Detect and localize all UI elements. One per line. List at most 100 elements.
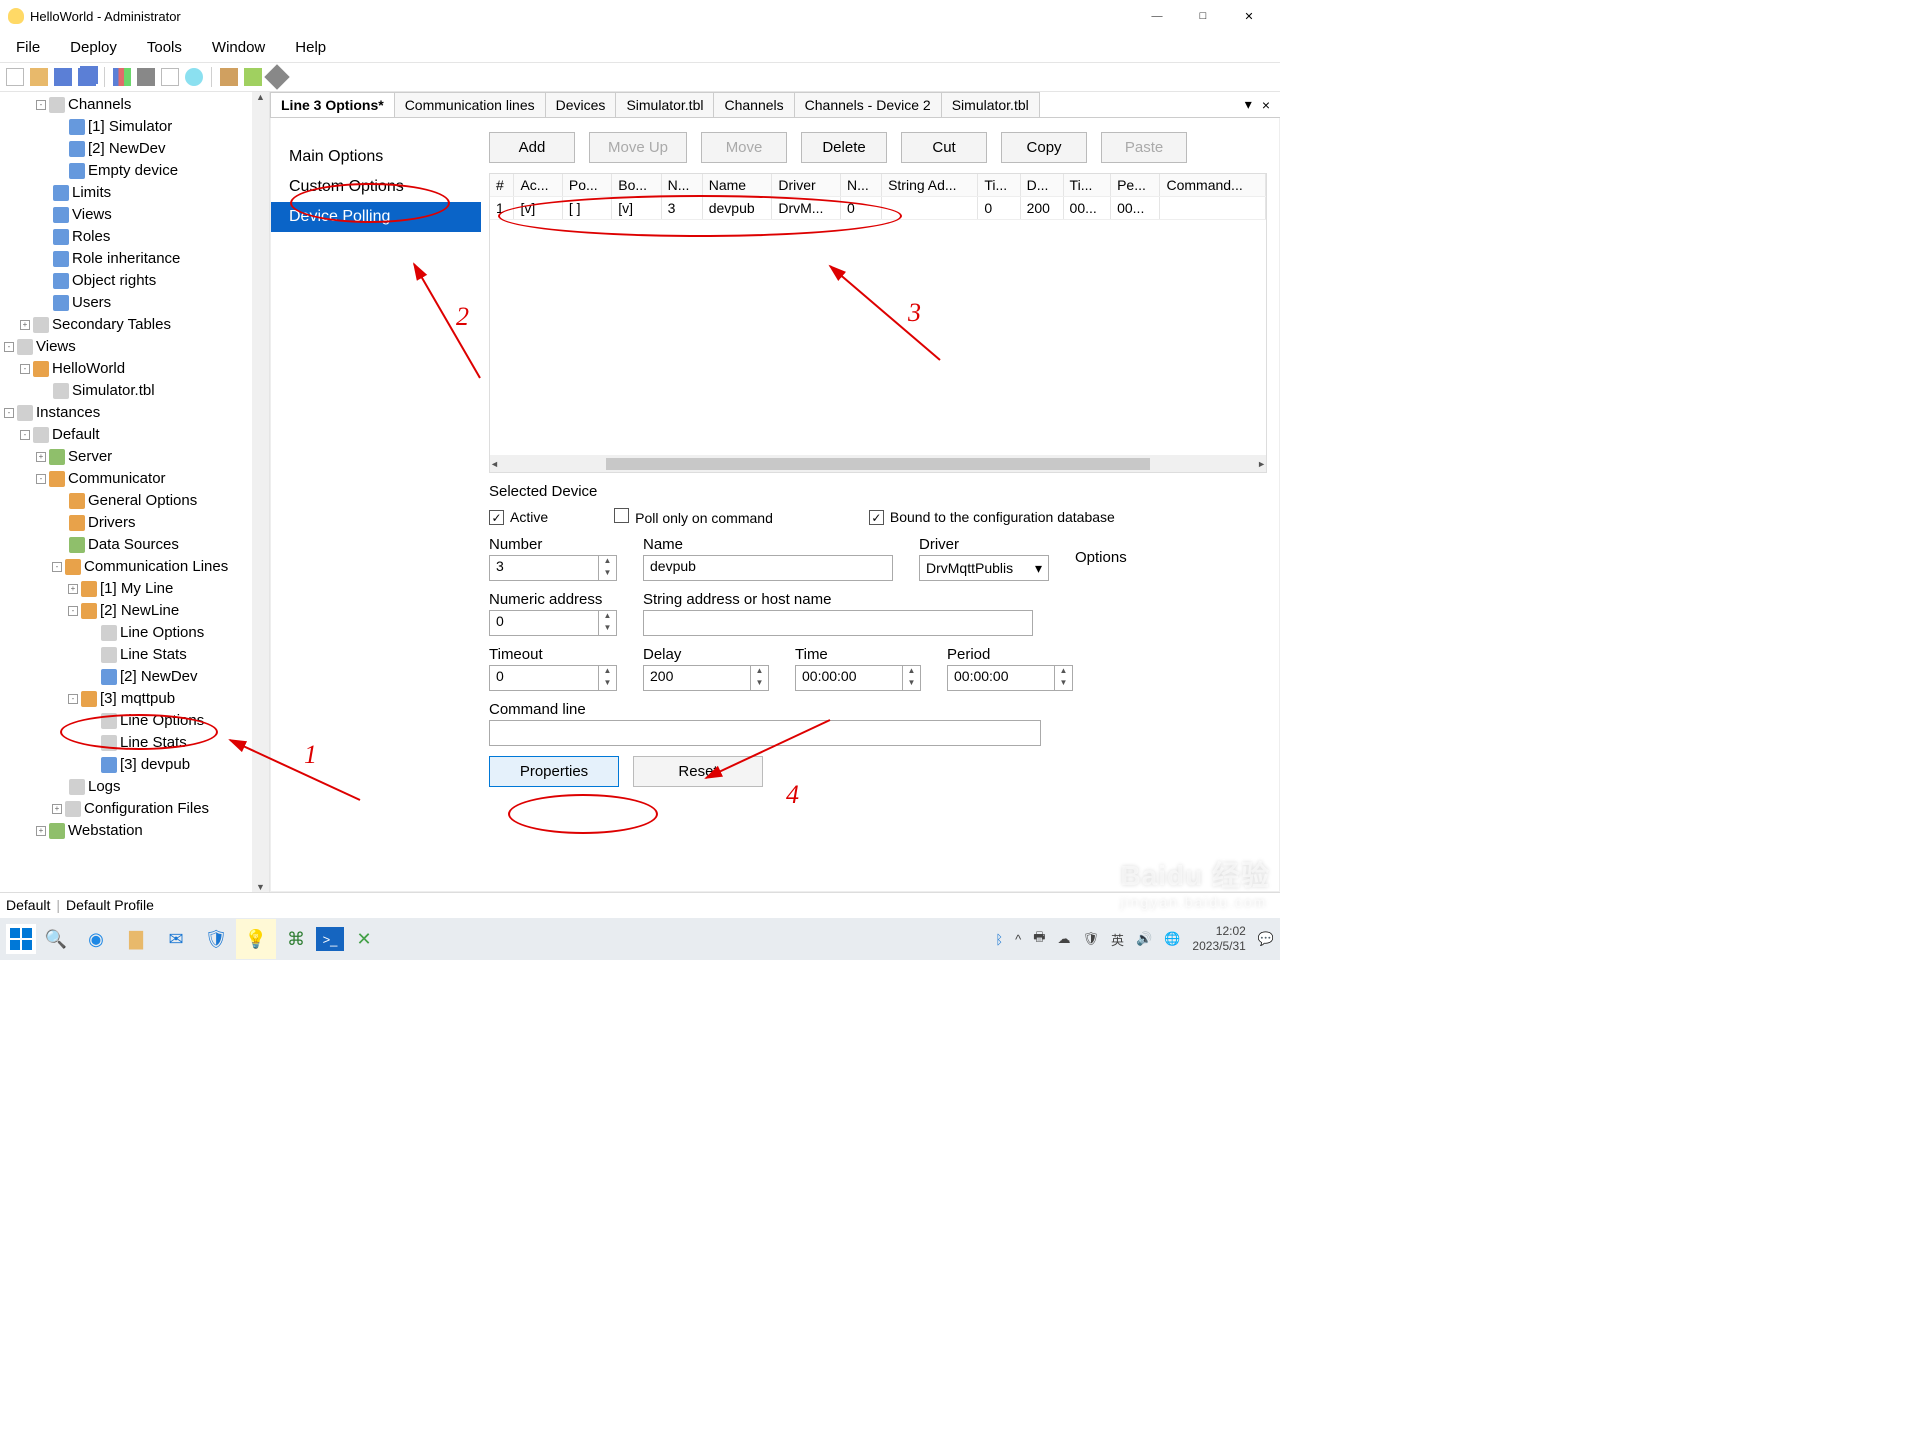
- tray-up-icon[interactable]: ^: [1015, 932, 1021, 947]
- cmdline-input[interactable]: [489, 720, 1041, 746]
- task-edge-icon[interactable]: ◉: [76, 919, 116, 959]
- active-checkbox[interactable]: ✓Active: [489, 509, 548, 526]
- task-search-icon[interactable]: 🔍: [36, 919, 76, 959]
- task-explorer-icon[interactable]: ▇: [116, 919, 156, 959]
- add-button[interactable]: Add: [489, 132, 575, 163]
- numaddr-input[interactable]: 0: [489, 610, 599, 636]
- tray-ime[interactable]: 英: [1111, 930, 1124, 949]
- tab[interactable]: Communication lines: [394, 92, 546, 117]
- tree-item[interactable]: Drivers: [4, 512, 265, 534]
- maximize-button[interactable]: □: [1180, 0, 1226, 32]
- minimize-button[interactable]: —: [1134, 0, 1180, 32]
- tab[interactable]: Simulator.tbl: [941, 92, 1040, 117]
- delete-button[interactable]: Delete: [801, 132, 887, 163]
- menu-tools[interactable]: Tools: [145, 37, 184, 58]
- tray-volume-icon[interactable]: 🔊: [1136, 931, 1152, 947]
- close-button[interactable]: ✕: [1226, 0, 1272, 32]
- save-all-icon[interactable]: [78, 68, 96, 86]
- menu-window[interactable]: Window: [210, 37, 267, 58]
- copy-button[interactable]: Copy: [1001, 132, 1087, 163]
- tree-item[interactable]: -Communication Lines: [4, 556, 265, 578]
- straddr-input[interactable]: [643, 610, 1033, 636]
- tree-item[interactable]: +Server: [4, 446, 265, 468]
- tree-item[interactable]: -Default: [4, 424, 265, 446]
- tab[interactable]: Simulator.tbl: [615, 92, 714, 117]
- task-shield-icon[interactable]: 🛡: [196, 919, 236, 959]
- tree-item[interactable]: Line Stats: [4, 732, 265, 754]
- help-icon[interactable]: [185, 68, 203, 86]
- tree-item[interactable]: Empty device: [4, 160, 265, 182]
- properties-button[interactable]: Properties: [489, 756, 619, 787]
- tree-item[interactable]: Simulator.tbl: [4, 380, 265, 402]
- menu-file[interactable]: File: [14, 37, 42, 58]
- tree-item[interactable]: -HelloWorld: [4, 358, 265, 380]
- tree-item[interactable]: +Secondary Tables: [4, 314, 265, 336]
- tree-item[interactable]: [2] NewDev: [4, 138, 265, 160]
- tab-overflow-button[interactable]: ▾: [1245, 96, 1252, 113]
- task-ps-icon[interactable]: >_: [316, 927, 344, 951]
- tree-item[interactable]: [2] NewDev: [4, 666, 265, 688]
- device-grid[interactable]: #Ac...Po...Bo...N...NameDriverN...String…: [489, 173, 1267, 473]
- start-button[interactable]: [6, 924, 36, 954]
- tree-item[interactable]: -[3] mqttpub: [4, 688, 265, 710]
- tree-item[interactable]: Line Stats: [4, 644, 265, 666]
- cut-button[interactable]: Cut: [901, 132, 987, 163]
- sidelist-custom-options[interactable]: Custom Options: [271, 172, 481, 202]
- tab[interactable]: Channels - Device 2: [794, 92, 942, 117]
- tray-onedrive-icon[interactable]: ☁: [1058, 931, 1071, 947]
- tray-notifications-icon[interactable]: 💬: [1258, 931, 1274, 947]
- tree-item[interactable]: -Instances: [4, 402, 265, 424]
- driver-select[interactable]: DrvMqttPublis▾: [919, 555, 1049, 581]
- tree-item[interactable]: -Channels: [4, 94, 265, 116]
- task-net-icon[interactable]: ⌘: [276, 919, 316, 959]
- tray-printer-icon[interactable]: 🖶: [1033, 928, 1045, 950]
- clipboard-icon[interactable]: [137, 68, 155, 86]
- tree-item[interactable]: Users: [4, 292, 265, 314]
- tree-item[interactable]: Views: [4, 204, 265, 226]
- chart-icon[interactable]: [113, 68, 131, 86]
- tree-item[interactable]: -Views: [4, 336, 265, 358]
- tree-item[interactable]: +[1] My Line: [4, 578, 265, 600]
- search-icon[interactable]: [264, 64, 289, 89]
- tray-net-icon[interactable]: 🌐: [1164, 931, 1180, 947]
- new-icon[interactable]: [6, 68, 24, 86]
- tree-item[interactable]: -Communicator: [4, 468, 265, 490]
- open-icon[interactable]: [30, 68, 48, 86]
- bound-checkbox[interactable]: ✓Bound to the configuration database: [869, 509, 1115, 526]
- timeout-input[interactable]: 0: [489, 665, 599, 691]
- tree-item[interactable]: Role inheritance: [4, 248, 265, 270]
- tree-item[interactable]: [1] Simulator: [4, 116, 265, 138]
- sidelist-device-polling[interactable]: Device Polling: [271, 202, 481, 232]
- tree-item[interactable]: Data Sources: [4, 534, 265, 556]
- period-input[interactable]: 00:00:00: [947, 665, 1055, 691]
- delay-input[interactable]: 200: [643, 665, 751, 691]
- tray-bluetooth-icon[interactable]: ᛒ: [995, 932, 1003, 947]
- tree-item[interactable]: Logs: [4, 776, 265, 798]
- tree-item[interactable]: General Options: [4, 490, 265, 512]
- tree-item[interactable]: Object rights: [4, 270, 265, 292]
- menu-help[interactable]: Help: [293, 37, 328, 58]
- tree-item[interactable]: +Configuration Files: [4, 798, 265, 820]
- time-input[interactable]: 00:00:00: [795, 665, 903, 691]
- task-green-icon[interactable]: ✕: [344, 919, 384, 959]
- tab-close-button[interactable]: ×: [1262, 97, 1270, 113]
- poll-checkbox[interactable]: Poll only on command: [614, 508, 773, 526]
- sidelist-main-options[interactable]: Main Options: [271, 142, 481, 172]
- name-input[interactable]: devpub: [643, 555, 893, 581]
- tray-shield-icon[interactable]: 🛡: [1083, 931, 1100, 947]
- tree-item[interactable]: Limits: [4, 182, 265, 204]
- page-icon[interactable]: [161, 68, 179, 86]
- reset-button[interactable]: Reset: [633, 756, 763, 787]
- tab[interactable]: Devices: [545, 92, 617, 117]
- tab[interactable]: Channels: [713, 92, 794, 117]
- tray-clock[interactable]: 12:022023/5/31: [1192, 924, 1245, 954]
- number-input[interactable]: 3: [489, 555, 599, 581]
- tree-item[interactable]: +Webstation: [4, 820, 265, 842]
- tool2-icon[interactable]: [244, 68, 262, 86]
- menu-deploy[interactable]: Deploy: [68, 37, 119, 58]
- tree-scrollbar[interactable]: ▲▼: [252, 92, 269, 892]
- tab[interactable]: Line 3 Options*: [270, 92, 395, 117]
- save-icon[interactable]: [54, 68, 72, 86]
- task-mail-icon[interactable]: ✉: [156, 919, 196, 959]
- tree-item[interactable]: [3] devpub: [4, 754, 265, 776]
